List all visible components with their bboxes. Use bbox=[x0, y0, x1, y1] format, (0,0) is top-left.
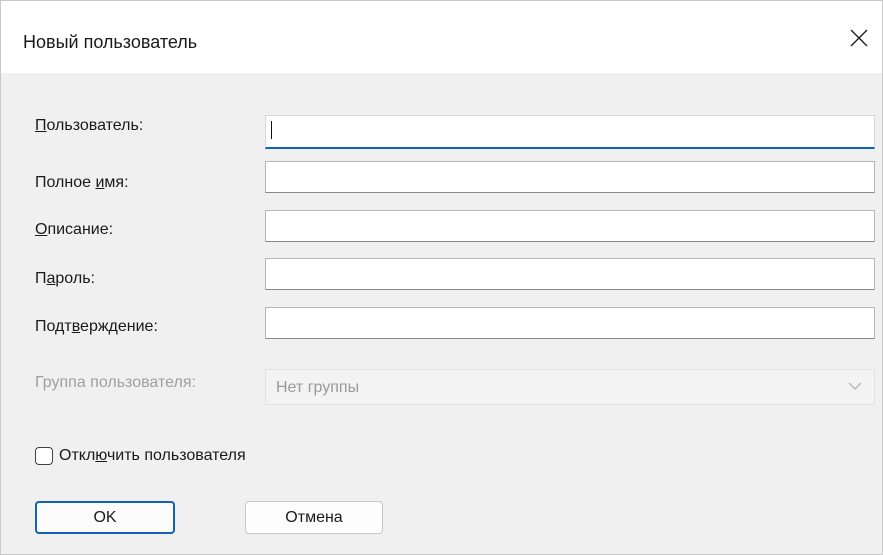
group-select: Нет группы bbox=[265, 369, 875, 405]
dialog-title: Новый пользователь bbox=[23, 32, 198, 52]
username-label: Пользователь: bbox=[35, 117, 143, 135]
close-button[interactable] bbox=[836, 15, 882, 61]
group-label: Группа пользователя: bbox=[35, 374, 196, 391]
chevron-down-icon bbox=[848, 382, 862, 390]
close-icon bbox=[850, 29, 868, 47]
username-label-rest: ользователь: bbox=[46, 117, 144, 134]
ok-button[interactable]: OK bbox=[35, 501, 175, 534]
description-label: Описание: bbox=[35, 221, 114, 238]
password-input[interactable] bbox=[265, 258, 875, 290]
text-caret bbox=[271, 121, 272, 139]
fullname-input[interactable] bbox=[265, 161, 875, 193]
username-input[interactable] bbox=[265, 115, 875, 149]
disable-user-checkbox[interactable] bbox=[35, 447, 53, 465]
cancel-button[interactable]: Отмена bbox=[245, 501, 383, 534]
disable-user-label: Отключить пользователя bbox=[59, 447, 246, 464]
description-input[interactable] bbox=[265, 210, 875, 242]
title-bar: Новый пользователь bbox=[1, 1, 882, 73]
password-label: Пароль: bbox=[35, 270, 95, 287]
username-label-mnemonic: П bbox=[35, 117, 47, 134]
confirm-password-label: Подтверждение: bbox=[35, 318, 158, 335]
disable-user-option[interactable]: Отключить пользователя bbox=[35, 447, 246, 465]
fullname-label: Полное имя: bbox=[35, 174, 129, 191]
confirm-password-input[interactable] bbox=[265, 307, 875, 339]
group-select-value: Нет группы bbox=[276, 379, 360, 396]
new-user-dialog: Новый пользователь Пользователь: Полное … bbox=[0, 0, 883, 555]
